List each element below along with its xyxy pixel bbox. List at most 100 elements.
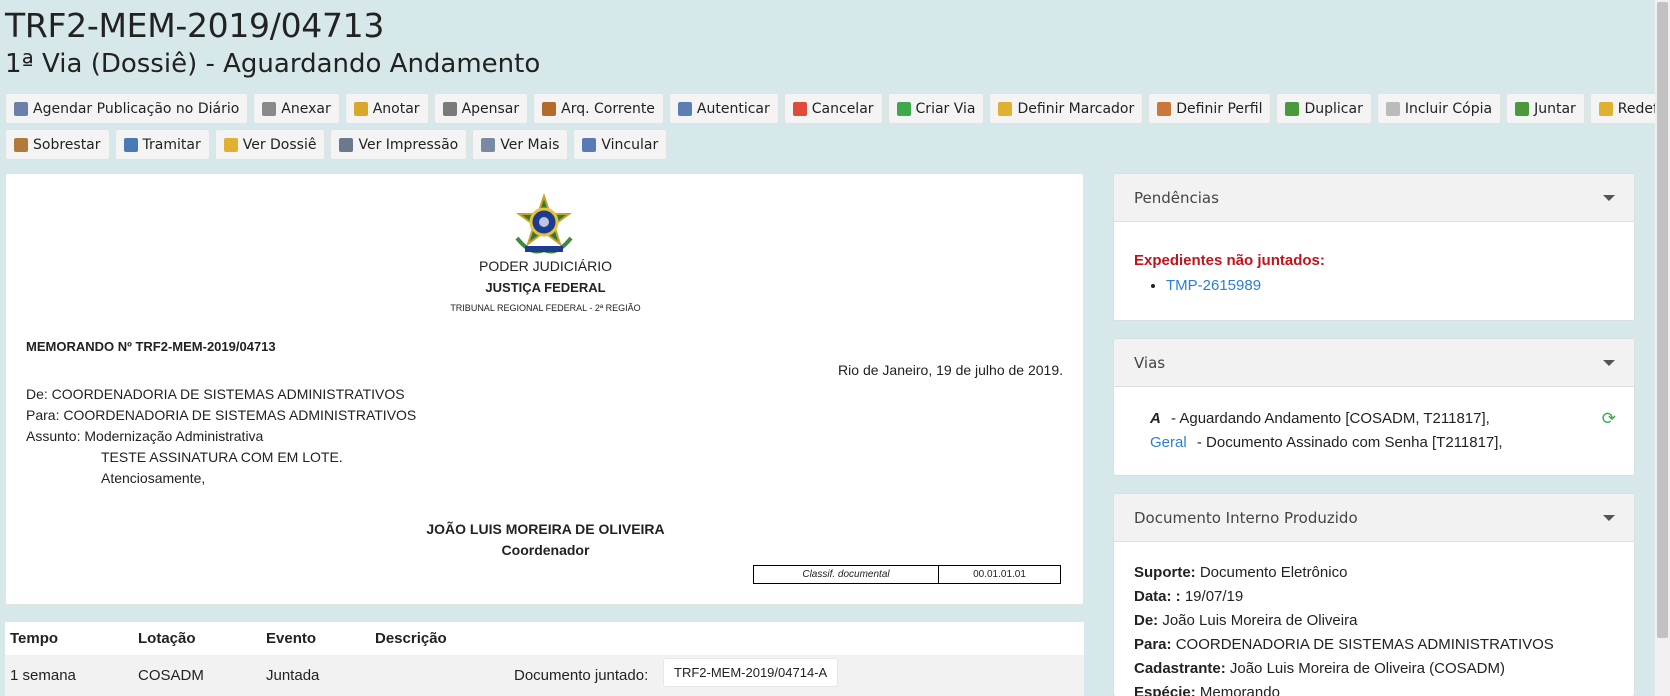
document-preview: PODER JUDICIÁRIO JUSTIÇA FEDERAL TRIBUNA… [5,173,1084,605]
column-header: Tempo [10,630,59,647]
signer-name: JOÃO LUIS MOREIRA DE OLIVEIRA [426,521,665,537]
memo-title: MEMORANDO Nº TRF2-MEM-2019/04713 [26,339,276,354]
classif-label: Classif. documental [753,565,939,584]
juntar-button[interactable]: Juntar [1506,93,1585,124]
pending-item-link[interactable]: TMP-2615989 [1166,277,1261,294]
page-header: TRF2-MEM-2019/04713 1ª Via (Dossiê) - Ag… [5,5,540,81]
definir-marcador-button[interactable]: Definir Marcador [989,93,1144,124]
via-status: - Aguardando Andamento [COSADM, T211817]… [1171,410,1490,427]
button-label: Incluir Cópia [1404,100,1493,117]
paperclip-icon [262,101,277,116]
button-label: Criar Via [915,100,976,117]
attach-icon [582,137,597,152]
definir-perfil-button[interactable]: Definir Perfil [1148,93,1272,124]
panel-header[interactable]: Pendências [1114,174,1634,222]
autenticar-button[interactable]: Autenticar [668,93,779,124]
panel-title: Vias [1134,353,1166,372]
memo-from: De: COORDENADORIA DE SISTEMAS ADMINISTRA… [26,386,405,402]
events-table: Tempo Lotação Evento Descrição 1 semana … [5,622,1084,696]
button-label: Juntar [1534,100,1576,117]
events-table-header: Tempo Lotação Evento Descrição [5,622,1084,655]
button-label: Cancelar [811,100,874,117]
scrollbar-thumb[interactable] [1657,2,1668,638]
link-icon [442,101,457,116]
column-header: Descrição [375,630,447,647]
cancelar-button[interactable]: Cancelar [783,93,883,124]
pendencias-panel: Pendências Expedientes não juntados: TMP… [1113,173,1635,321]
memo-to: Para: COORDENADORIA DE SISTEMAS ADMINIST… [26,407,417,423]
button-label: Agendar Publicação no Diário [33,100,240,117]
document-link-chip[interactable]: TRF2-MEM-2019/04714-A [663,658,839,687]
cell-descricao-label: Documento juntado: [514,667,649,684]
page-arrow-icon [1515,101,1530,116]
sobrestar-button[interactable]: Sobrestar [5,129,110,160]
duplicar-button[interactable]: Duplicar [1276,93,1372,124]
vertical-scrollbar[interactable] [1655,0,1670,696]
cancel-icon [792,101,807,116]
anexar-button[interactable]: Anexar [253,93,340,124]
apensar-button[interactable]: Apensar [433,93,529,124]
info-suporte: Suporte: Documento Eletrônico [1134,564,1348,581]
button-label: Sobrestar [33,136,101,153]
via-key: A [1150,410,1161,427]
cell-lotacao: COSADM [138,667,204,684]
toolbar-row: Sobrestar Tramitar Ver Dossiê Ver Impressão… [5,129,1625,160]
panel-header[interactable]: Documento Interno Produzido [1114,494,1634,542]
org-line-1: PODER JUDICIÁRIO [478,258,612,274]
button-label: Duplicar [1304,100,1363,117]
add-icon [896,101,911,116]
arq-corrente-button[interactable]: Arq. Corrente [533,93,664,124]
column-header: Lotação [138,630,196,647]
memo-date: Rio de Janeiro, 19 de julho de 2019. [838,362,1063,378]
chevron-down-icon[interactable] [1603,360,1615,366]
panel-header[interactable]: Vias [1114,339,1634,387]
certificate-icon [677,101,692,116]
classification-table: Classif. documental 00.01.01.01 [753,565,1061,584]
ver-mais-button[interactable]: Ver Mais [472,129,569,160]
incluir-copia-button[interactable]: Incluir Cópia [1376,93,1502,124]
note-icon [353,101,368,116]
info-para: Para: COORDENADORIA DE SISTEMAS ADMINIST… [1134,636,1554,653]
folder-icon [223,137,238,152]
pending-heading: Expedientes não juntados: [1134,252,1325,269]
action-toolbar: Agendar Publicação no Diário Anexar Anotar… [5,93,1670,165]
calendar-icon [14,101,28,116]
coat-of-arms-icon [515,194,573,254]
agendar-publicacao-no-diario-button[interactable]: Agendar Publicação no Diário [5,93,249,124]
memo-closing: Atenciosamente, [101,470,206,486]
anotar-button[interactable]: Anotar [344,93,429,124]
memo-body: TESTE ASSINATURA COM EM LOTE. [101,449,343,465]
chevron-down-icon[interactable] [1603,195,1615,201]
refresh-icon[interactable]: ⟳ [1602,407,1616,431]
info-especie: Espécie: Memorando [1134,684,1280,696]
button-label: Ver Impressão [358,136,459,153]
copy-icon [1385,101,1400,116]
page-subtitle: 1ª Via (Dossiê) - Aguardando Andamento [5,49,541,79]
shield-icon [1598,101,1613,116]
table-row: 1 semana COSADM Juntada Documento juntad… [5,655,1084,696]
button-label: Ver Mais [500,136,560,153]
button-label: Autenticar [696,100,770,117]
vincular-button[interactable]: Vincular [573,129,668,160]
button-label: Apensar [461,100,520,117]
chevron-down-icon[interactable] [1603,515,1615,521]
criar-via-button[interactable]: Criar Via [887,93,985,124]
eye-icon [481,137,496,152]
button-label: Definir Perfil [1176,100,1263,117]
panel-title: Pendências [1134,188,1219,207]
button-label: Anotar [372,100,420,117]
branch-icon [1285,101,1300,116]
ver-impressao-button[interactable]: Ver Impressão [330,129,468,160]
button-label: Definir Marcador [1017,100,1135,117]
via-link-geral[interactable]: Geral [1150,434,1187,451]
vias-panel: Vias A - Aguardando Andamento [COSADM, T… [1113,338,1635,476]
button-label: Arq. Corrente [561,100,655,117]
button-label: Vincular [601,136,659,153]
tramitar-button[interactable]: Tramitar [114,129,210,160]
signer-role: Coordenador [501,542,590,558]
send-icon [123,137,138,152]
info-de: De: João Luis Moreira de Oliveira [1134,612,1358,629]
hourglass-icon [14,137,28,152]
column-header: Evento [266,630,317,647]
ver-dossie-button[interactable]: Ver Dossiê [214,129,326,160]
